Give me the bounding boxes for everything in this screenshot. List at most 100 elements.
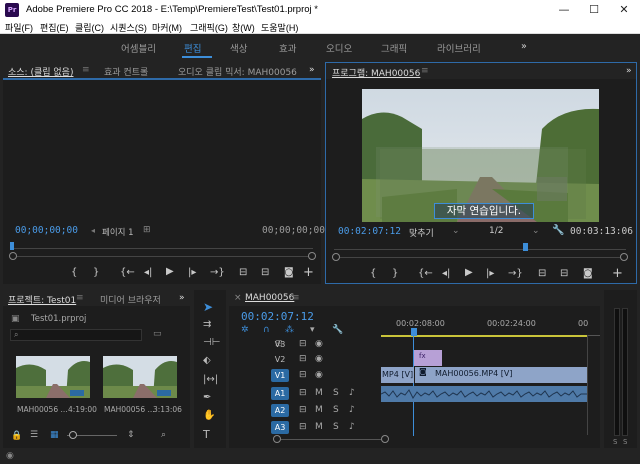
mark-in-icon[interactable]: { (71, 267, 77, 278)
project-thumbnail[interactable] (103, 356, 177, 398)
source-zoom-handle-right[interactable] (308, 252, 316, 260)
go-to-out-icon[interactable]: →} (210, 267, 225, 278)
project-thumbnail[interactable] (16, 356, 90, 398)
solo-meter-icon[interactable]: S (613, 438, 617, 446)
tab-media-browser[interactable]: 미디어 브라우저 (100, 293, 161, 306)
menu-file[interactable]: 파일(F) (5, 21, 33, 34)
program-zoom-handle-right[interactable] (620, 253, 628, 261)
lock-icon[interactable]: 🔒 (11, 431, 22, 441)
type-tool-icon[interactable]: T (203, 428, 210, 441)
program-go-to-out-icon[interactable]: →} (508, 268, 523, 279)
resolution-chevron-down-icon[interactable]: ⌄ (532, 226, 540, 236)
maximize-icon[interactable]: ☐ (584, 3, 604, 17)
source-zoom-bar[interactable] (17, 256, 308, 257)
menu-window[interactable]: 창(W) (232, 21, 255, 34)
source-timecode-in[interactable]: 00;00;00;00 (15, 225, 78, 236)
project-search-input[interactable]: ⌕ (10, 329, 142, 341)
solo-meter-icon[interactable]: S (623, 438, 627, 446)
source-time-ruler[interactable] (11, 243, 313, 249)
menu-graphics[interactable]: 그래픽(G) (190, 21, 228, 34)
minimize-icon[interactable]: — (554, 3, 574, 17)
program-time-ruler[interactable] (334, 244, 626, 250)
timeline-scroll-handle-left[interactable] (273, 435, 281, 443)
solo-button[interactable]: S (333, 422, 339, 432)
thumbnail-zoom-handle[interactable] (69, 431, 77, 439)
workspace-color[interactable]: 색상 (230, 41, 247, 55)
track-label-a3[interactable]: A3 (271, 421, 289, 434)
program-zoom-handle-left[interactable] (332, 253, 340, 261)
video-clip-left[interactable]: MP4 [V] (381, 367, 414, 383)
tab-sequence[interactable]: MAH00056 (245, 293, 294, 303)
graphic-clip[interactable]: fx (414, 350, 442, 366)
menu-edit[interactable]: 편집(E) (40, 21, 69, 34)
workspace-assembly[interactable]: 어셈블리 (121, 41, 156, 55)
track-select-tool-icon[interactable]: ⇉ (203, 319, 211, 330)
timeline-playhead-head[interactable] (411, 328, 417, 336)
resolution-dropdown[interactable]: 1/2 (489, 226, 503, 236)
fit-dropdown[interactable]: 맞추기 (409, 226, 434, 239)
tab-project[interactable]: 프로젝트: Test01 (8, 293, 76, 306)
program-export-frame-icon[interactable]: ◙ (583, 268, 593, 279)
step-forward-icon[interactable]: |▸ (188, 267, 196, 278)
sync-lock-icon[interactable]: ⊟ (299, 422, 307, 432)
play-icon[interactable]: ▶ (166, 266, 174, 277)
tab-effect-controls[interactable]: 효과 컨트롤 (104, 65, 148, 78)
program-mark-in-icon[interactable]: { (370, 268, 376, 279)
hand-tool-icon[interactable]: ✋ (203, 410, 215, 421)
track-label-v2[interactable]: V2 (271, 353, 289, 366)
tab-program[interactable]: 프로그램: MAH00056 (332, 66, 420, 79)
track-label-v1[interactable]: V1 (271, 369, 289, 382)
step-back-icon[interactable]: ◂| (144, 267, 152, 278)
wrench-icon[interactable]: 🔧 (552, 225, 564, 236)
program-overflow-icon[interactable]: » (626, 66, 632, 76)
source-playhead[interactable] (10, 242, 14, 250)
eye-icon[interactable]: ◉ (315, 370, 323, 380)
ripple-edit-tool-icon[interactable]: ⊣⊢ (203, 337, 220, 348)
voiceover-icon[interactable]: ♪ (349, 388, 355, 398)
program-add-button-icon[interactable]: + (612, 266, 623, 281)
program-mark-out-icon[interactable]: } (392, 268, 398, 279)
mute-button[interactable]: M (315, 422, 323, 432)
timeline-panel-menu-icon[interactable]: ≡ (292, 293, 300, 303)
tab-source[interactable]: 소스: (클립 없음) (8, 65, 73, 78)
project-overflow-icon[interactable]: » (179, 293, 185, 303)
program-playhead[interactable] (523, 243, 528, 251)
subtitle-text-box[interactable]: 자막 연습입니다. (434, 203, 534, 219)
sort-icon[interactable]: ⇕ (127, 430, 135, 440)
tab-audio-clip-mixer[interactable]: 오디오 클립 믹서: MAH00056 (178, 65, 297, 78)
mute-button[interactable]: M (315, 405, 323, 415)
go-to-in-icon[interactable]: {← (120, 267, 135, 278)
program-step-back-icon[interactable]: ◂| (442, 268, 450, 279)
list-view-icon[interactable]: ☰ (30, 430, 38, 440)
panel-overflow-icon[interactable]: » (309, 65, 315, 75)
program-panel-menu-icon[interactable]: ≡ (421, 66, 429, 76)
close-sequence-icon[interactable]: × (234, 293, 242, 303)
fit-chevron-down-icon[interactable]: ⌄ (452, 226, 460, 236)
solo-button[interactable]: S (333, 405, 339, 415)
marker-icon[interactable]: ▾ (310, 325, 315, 335)
program-timecode[interactable]: 00:02:07:12 (338, 226, 401, 237)
mute-button[interactable]: M (315, 388, 323, 398)
program-step-forward-icon[interactable]: |▸ (486, 268, 494, 279)
workspace-graphics[interactable]: 그래픽 (381, 41, 407, 55)
track-label-v3[interactable]: V3 (271, 338, 289, 351)
audio-clip-a1[interactable] (380, 386, 587, 402)
timeline-timecode[interactable]: 00:02:07:12 (241, 310, 314, 323)
eye-icon[interactable]: ◉ (315, 339, 323, 349)
eye-icon[interactable]: ◉ (315, 354, 323, 364)
workspace-effects[interactable]: 효과 (279, 41, 296, 55)
pen-tool-icon[interactable]: ✒ (203, 392, 211, 403)
sync-lock-icon[interactable]: ⊟ (299, 354, 307, 364)
menu-sequence[interactable]: 시퀀스(S) (110, 21, 147, 34)
icon-view-icon[interactable]: ▦ (50, 430, 59, 440)
program-zoom-bar[interactable] (340, 257, 620, 258)
voiceover-icon[interactable]: ♪ (349, 405, 355, 415)
razor-tool-icon[interactable]: ⬖ (203, 355, 211, 366)
voiceover-icon[interactable]: ♪ (349, 422, 355, 432)
menu-clip[interactable]: 클립(C) (75, 21, 104, 34)
overwrite-icon[interactable]: ⊟ (261, 267, 269, 278)
menu-marker[interactable]: 마커(M) (152, 21, 182, 34)
mark-out-icon[interactable]: } (93, 267, 99, 278)
workspace-libraries[interactable]: 라이브러리 (437, 41, 481, 55)
sync-lock-icon[interactable]: ⊟ (299, 370, 307, 380)
